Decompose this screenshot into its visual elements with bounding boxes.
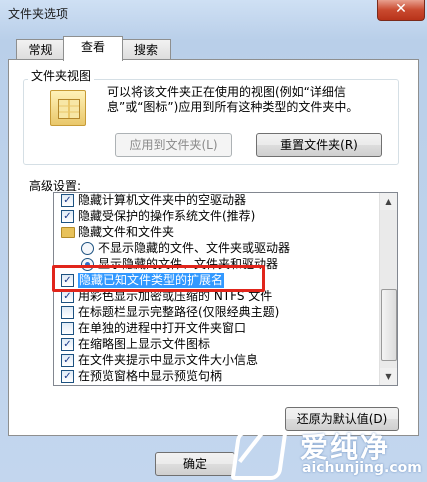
watermark-url: aichunjing.com xyxy=(302,460,422,476)
checkbox-checked[interactable]: ✓ xyxy=(61,354,74,367)
folder-icon xyxy=(61,227,75,238)
highlight-annotation-box xyxy=(52,265,265,292)
checkbox-checked[interactable]: ✓ xyxy=(61,338,74,351)
radio-unselected[interactable] xyxy=(81,242,94,255)
scroll-up-icon[interactable]: ▲ xyxy=(380,193,397,210)
window-title: 文件夹选项 xyxy=(8,7,69,21)
folder-view-icon xyxy=(50,90,86,126)
scroll-down-icon[interactable]: ▼ xyxy=(380,368,397,385)
close-icon: ✕ xyxy=(395,1,407,17)
reset-folders-button[interactable]: 重置文件夹(R) xyxy=(256,133,382,157)
scroll-thumb[interactable] xyxy=(381,289,397,361)
tab-search[interactable]: 搜索 xyxy=(121,39,171,60)
close-button[interactable]: ✕ xyxy=(377,0,425,21)
folder-view-description: 可以将该文件夹正在使用的视图(例如“详细信息”或“图标”)应用到所有这种类型的文… xyxy=(107,85,359,114)
checkbox-unchecked[interactable] xyxy=(61,306,74,319)
folder-options-dialog: 文件夹选项 ✕ 常规 查看 搜索 文件夹视图 可以将该文件夹正在使用的视图(例如… xyxy=(0,0,427,482)
vertical-scrollbar[interactable]: ▲ ▼ xyxy=(379,193,397,385)
tab-general[interactable]: 常规 xyxy=(16,39,65,60)
checkbox-unchecked[interactable] xyxy=(61,322,74,335)
watermark: 爱纯净 aichunjing.com xyxy=(222,424,427,482)
checkbox-checked[interactable]: ✓ xyxy=(61,210,74,223)
apply-to-folders-button[interactable]: 应用到文件夹(L) xyxy=(115,133,232,157)
checkbox-checked[interactable]: ✓ xyxy=(61,370,74,383)
folder-view-legend: 文件夹视图 xyxy=(28,67,95,84)
checkbox-checked[interactable]: ✓ xyxy=(61,194,74,207)
tab-view[interactable]: 查看 xyxy=(63,36,123,61)
